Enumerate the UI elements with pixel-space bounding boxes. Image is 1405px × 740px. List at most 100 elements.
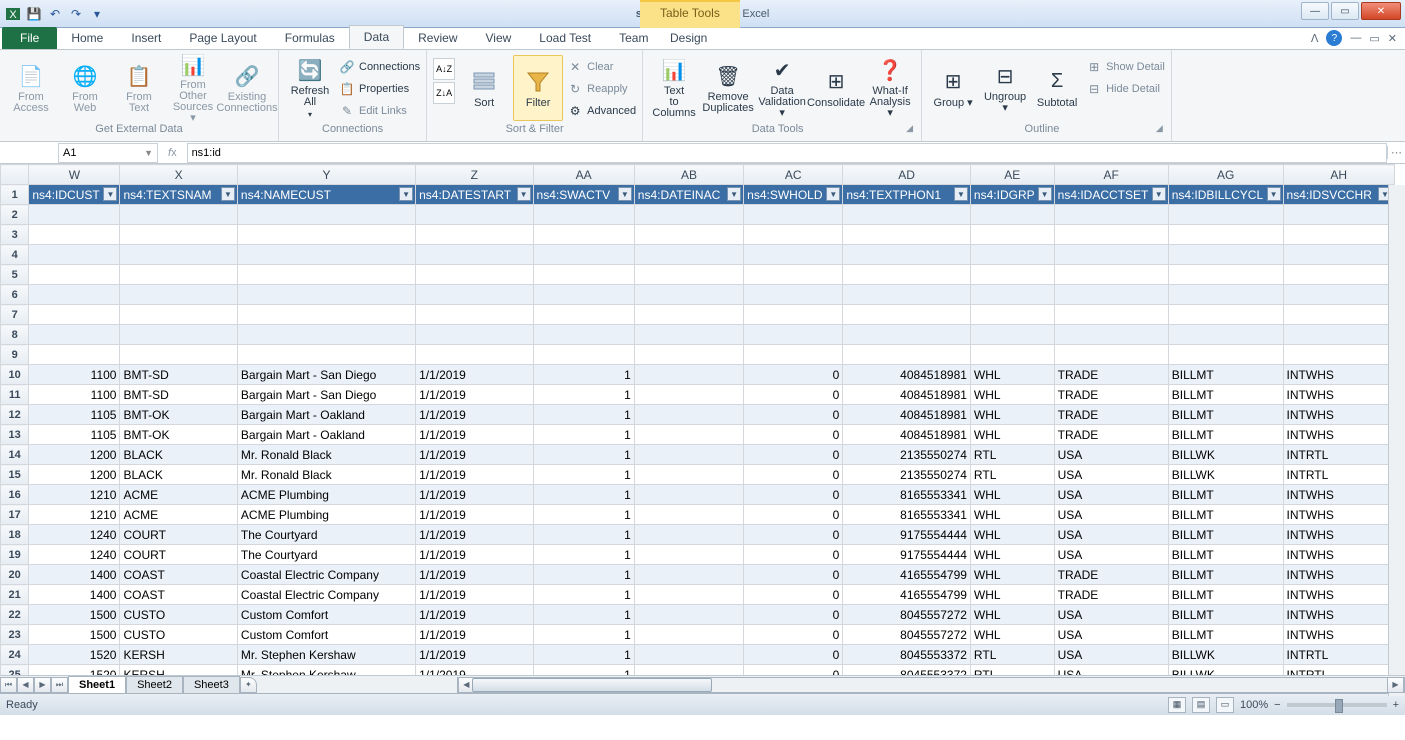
row-header[interactable]: 7 xyxy=(1,305,29,325)
cell[interactable] xyxy=(29,345,120,365)
cell[interactable] xyxy=(634,485,743,505)
filter-dropdown-icon[interactable]: ▼ xyxy=(1152,187,1166,201)
cell[interactable] xyxy=(634,645,743,665)
table-header[interactable]: ns4:IDACCTSET▼ xyxy=(1054,185,1168,205)
cell[interactable]: WHL xyxy=(970,405,1054,425)
cell[interactable] xyxy=(1168,345,1283,365)
row-header[interactable]: 23 xyxy=(1,625,29,645)
cell[interactable]: Mr. Stephen Kershaw xyxy=(237,665,415,676)
cell[interactable] xyxy=(843,305,971,325)
cell[interactable]: ACME xyxy=(120,505,237,525)
cell[interactable] xyxy=(634,605,743,625)
sort-desc-button[interactable]: Z↓A xyxy=(433,82,455,104)
row-header[interactable]: 15 xyxy=(1,465,29,485)
prev-sheet-button[interactable]: ◀ xyxy=(17,677,34,693)
cell[interactable]: 4084518981 xyxy=(843,365,971,385)
cell[interactable]: 1400 xyxy=(29,565,120,585)
cell[interactable] xyxy=(634,545,743,565)
cell[interactable]: INTWHS xyxy=(1283,505,1394,525)
cell[interactable]: ACME Plumbing xyxy=(237,485,415,505)
cell[interactable]: ACME xyxy=(120,485,237,505)
cell[interactable]: Coastal Electric Company xyxy=(237,565,415,585)
cell[interactable]: 1/1/2019 xyxy=(416,425,533,445)
cell[interactable] xyxy=(29,325,120,345)
cell[interactable] xyxy=(416,305,533,325)
cell[interactable]: 0 xyxy=(744,525,843,545)
cell[interactable]: 8045557272 xyxy=(843,605,971,625)
cell[interactable]: BILLMT xyxy=(1168,585,1283,605)
normal-view-button[interactable]: ▦ xyxy=(1168,697,1186,713)
cell[interactable] xyxy=(634,265,743,285)
cell[interactable] xyxy=(1054,305,1168,325)
cell[interactable]: 1/1/2019 xyxy=(416,505,533,525)
table-header[interactable]: ns4:IDCUST▼ xyxy=(29,185,120,205)
reapply-button[interactable]: ↻Reapply xyxy=(567,79,636,99)
table-header[interactable]: ns4:TEXTPHON1▼ xyxy=(843,185,971,205)
cell[interactable]: 1 xyxy=(533,645,634,665)
cell[interactable] xyxy=(970,305,1054,325)
cell[interactable] xyxy=(1168,285,1283,305)
cell[interactable]: WHL xyxy=(970,625,1054,645)
cell[interactable]: Bargain Mart - Oakland xyxy=(237,405,415,425)
cell[interactable] xyxy=(634,305,743,325)
table-header[interactable]: ns4:DATEINAC▼ xyxy=(634,185,743,205)
cell[interactable]: 1 xyxy=(533,425,634,445)
cell[interactable]: INTWHS xyxy=(1283,425,1394,445)
cell[interactable]: 1/1/2019 xyxy=(416,525,533,545)
cell[interactable]: 1/1/2019 xyxy=(416,625,533,645)
cell[interactable] xyxy=(237,285,415,305)
doc-minimize-icon[interactable]: — xyxy=(1350,32,1361,44)
cell[interactable]: The Courtyard xyxy=(237,525,415,545)
cell[interactable]: USA xyxy=(1054,525,1168,545)
cell[interactable]: RTL xyxy=(970,665,1054,676)
row-header[interactable]: 18 xyxy=(1,525,29,545)
group-button[interactable]: ⊞Group ▾ xyxy=(928,55,978,121)
edit-links-button[interactable]: ✎Edit Links xyxy=(339,101,420,121)
cell[interactable]: RTL xyxy=(970,465,1054,485)
cell[interactable]: 1520 xyxy=(29,645,120,665)
last-sheet-button[interactable]: ⏭ xyxy=(51,677,68,693)
cell[interactable] xyxy=(237,265,415,285)
cell[interactable]: BILLMT xyxy=(1168,385,1283,405)
from-web-button[interactable]: 🌐FromWeb xyxy=(60,55,110,121)
cell[interactable]: WHL xyxy=(970,545,1054,565)
cell[interactable] xyxy=(634,365,743,385)
cell[interactable] xyxy=(744,245,843,265)
cell[interactable]: BLACK xyxy=(120,465,237,485)
cell[interactable]: INTWHS xyxy=(1283,585,1394,605)
cell[interactable]: USA xyxy=(1054,605,1168,625)
cell[interactable] xyxy=(970,265,1054,285)
cell[interactable] xyxy=(237,325,415,345)
tab-insert[interactable]: Insert xyxy=(117,27,175,49)
cell[interactable] xyxy=(1283,325,1394,345)
cell[interactable]: 1210 xyxy=(29,505,120,525)
row-header[interactable]: 5 xyxy=(1,265,29,285)
cell[interactable] xyxy=(533,205,634,225)
cell[interactable]: Bargain Mart - San Diego xyxy=(237,385,415,405)
undo-icon[interactable]: ↶ xyxy=(46,5,64,23)
ungroup-button[interactable]: ⊟Ungroup ▾ xyxy=(980,55,1030,121)
cell[interactable] xyxy=(29,245,120,265)
cell[interactable]: BILLMT xyxy=(1168,365,1283,385)
cell[interactable] xyxy=(1168,245,1283,265)
from-text-button[interactable]: 📋FromText xyxy=(114,55,164,121)
cell[interactable] xyxy=(970,245,1054,265)
cell[interactable]: 8045553372 xyxy=(843,645,971,665)
cell[interactable]: BLACK xyxy=(120,445,237,465)
cell[interactable]: INTRTL xyxy=(1283,645,1394,665)
cell[interactable] xyxy=(970,325,1054,345)
cell[interactable] xyxy=(416,265,533,285)
cell[interactable]: USA xyxy=(1054,485,1168,505)
cell[interactable]: 0 xyxy=(744,565,843,585)
cell[interactable] xyxy=(1283,305,1394,325)
filter-dropdown-icon[interactable]: ▼ xyxy=(1038,187,1052,201)
clear-button[interactable]: ✕Clear xyxy=(567,57,636,77)
cell[interactable]: COURT xyxy=(120,525,237,545)
cell[interactable]: 2135550274 xyxy=(843,445,971,465)
col-header[interactable]: X xyxy=(120,165,237,185)
row-header[interactable]: 17 xyxy=(1,505,29,525)
cell[interactable]: 1 xyxy=(533,385,634,405)
cell[interactable]: Mr. Ronald Black xyxy=(237,465,415,485)
cell[interactable]: INTWHS xyxy=(1283,545,1394,565)
cell[interactable]: 0 xyxy=(744,585,843,605)
